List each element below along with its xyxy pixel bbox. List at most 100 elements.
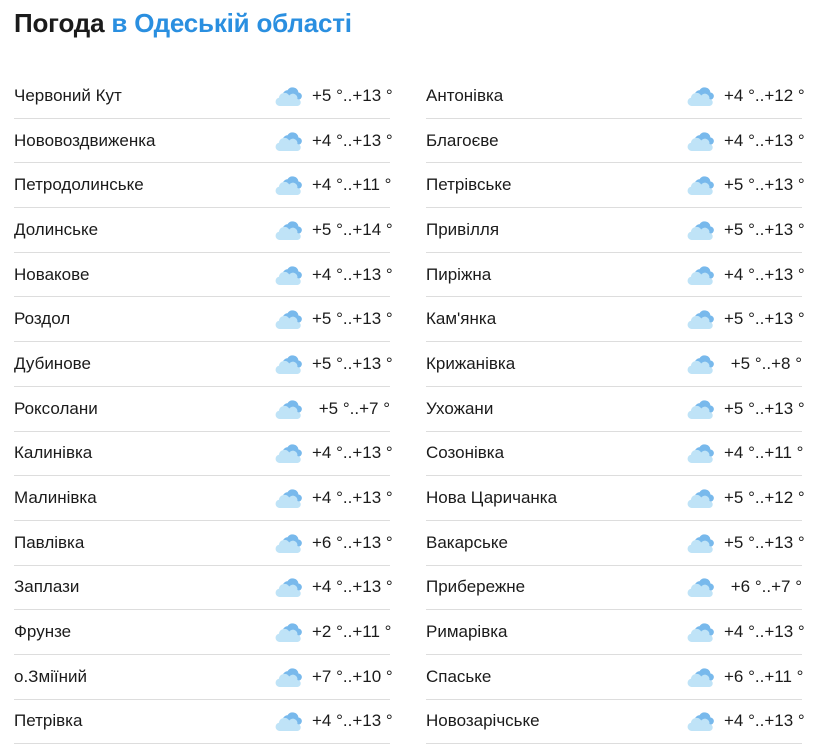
town-row[interactable]: Кам'янка +5 °..+13 ° [426,297,805,343]
town-row[interactable]: Петрівка +4 °..+13 ° [14,700,393,745]
town-row[interactable]: Привілля +5 °..+13 ° [426,208,805,253]
partly-cloudy-icon [686,441,714,465]
temperature-range: +4 °..+13 ° [312,488,393,508]
temperature-range: +4 °..+13 ° [312,443,393,463]
town-row[interactable]: Петрівське +5 °..+13 ° [426,163,805,209]
temperature-range: +5 °..+13 ° [724,398,805,418]
partly-cloudy-icon [274,441,302,465]
town-row[interactable]: Малинівка +4 °..+13 ° [14,476,393,521]
partly-cloudy-icon [274,665,302,689]
temperature-range: +2 °..+11 ° [312,622,392,642]
town-row[interactable]: Петродолинське +4 °..+11 ° [14,163,392,209]
town-name[interactable]: Нововоздвиженка [14,131,274,151]
partly-cloudy-icon [274,531,302,555]
town-name[interactable]: Кам'янка [426,309,686,329]
town-row[interactable]: Дубинове +5 °..+13 ° [14,342,393,387]
town-row[interactable]: Крижанівка +5 °..+8 ° [426,342,802,387]
town-row[interactable]: Благоєве +4 °..+13 ° [426,119,805,164]
town-name[interactable]: Роздол [14,309,274,329]
town-row[interactable]: Прибережне +6 °..+7 ° [426,566,802,611]
title-region-link[interactable]: в Одеській області [111,8,352,38]
town-row[interactable]: Ухожани +5 °..+13 ° [426,387,805,432]
town-row[interactable]: Пиріжна +4 °..+13 ° [426,253,805,298]
town-name[interactable]: Петрівка [14,711,274,731]
left-column: Червоний Кут +5 °..+13 ° Нововоздвиженка +4… [14,74,393,745]
partly-cloudy-icon [274,486,302,510]
partly-cloudy-icon [686,84,714,108]
town-name[interactable]: Вакарське [426,533,686,553]
temperature-range: +6 °..+11 ° [724,666,804,686]
temperature-range: +4 °..+13 ° [724,264,805,284]
town-row[interactable]: Созонівка +4 °..+11 ° [426,432,803,477]
town-name[interactable]: Спаське [426,667,686,687]
town-name[interactable]: Роксолани [14,399,274,419]
town-name[interactable]: Долинське [14,220,274,240]
town-name[interactable]: Крижанівка [426,354,686,374]
partly-cloudy-icon [274,84,302,108]
town-name[interactable]: Новозарічське [426,711,686,731]
temperature-range: +7 °..+10 ° [312,666,393,686]
temperature-range: +4 °..+13 ° [724,711,805,731]
temperature-range: +4 °..+13 ° [312,577,393,597]
town-name[interactable]: Благоєве [426,131,686,151]
town-row[interactable]: Фрунзе +2 °..+11 ° [14,610,392,655]
town-row[interactable]: Калинівка +4 °..+13 ° [14,432,393,477]
town-row[interactable]: Нова Царичанка +5 °..+12 ° [426,476,805,521]
temperature-range: +4 °..+13 ° [724,622,805,642]
town-name[interactable]: Привілля [426,220,686,240]
town-name[interactable]: Петродолинське [14,175,274,195]
town-row[interactable]: Роздол +5 °..+13 ° [14,297,393,343]
town-name[interactable]: о.Зміїний [14,667,274,687]
temperature-range: +5 °..+13 ° [312,309,393,329]
town-name[interactable]: Заплази [14,577,274,597]
town-name[interactable]: Прибережне [426,577,686,597]
town-name[interactable]: Червоний Кут [14,86,274,106]
town-name[interactable]: Фрунзе [14,622,274,642]
partly-cloudy-icon [274,129,302,153]
partly-cloudy-icon [686,575,714,599]
town-row[interactable]: Долинське +5 °..+14 ° [14,208,393,253]
town-name[interactable]: Дубинове [14,354,274,374]
town-name[interactable]: Ухожани [426,399,686,419]
temperature-range: +5 °..+13 ° [724,219,805,239]
town-name[interactable]: Новакове [14,265,274,285]
town-name[interactable]: Антонівка [426,86,686,106]
partly-cloudy-icon [686,352,714,376]
temperature-range: +6 °..+7 ° [730,577,802,597]
town-name[interactable]: Петрівське [426,175,686,195]
temperature-range: +4 °..+11 ° [312,175,392,195]
town-row[interactable]: Червоний Кут +5 °..+13 ° [14,74,393,119]
partly-cloudy-icon [686,531,714,555]
temperature-range: +4 °..+13 ° [312,711,393,731]
town-row[interactable]: Заплази +4 °..+13 ° [14,566,393,611]
town-row[interactable]: о.Зміїний +7 °..+10 ° [14,655,393,700]
town-row[interactable]: Антонівка +4 °..+12 ° [426,74,805,119]
partly-cloudy-icon [686,307,714,331]
town-name[interactable]: Павлівка [14,533,274,553]
partly-cloudy-icon [274,173,302,197]
temperature-range: +5 °..+13 ° [724,532,805,552]
partly-cloudy-icon [686,709,714,733]
town-name[interactable]: Созонівка [426,443,686,463]
town-row[interactable]: Новакове +4 °..+13 ° [14,253,393,298]
town-row[interactable]: Роксолани +5 °..+7 ° [14,387,390,432]
town-name[interactable]: Римарівка [426,622,686,642]
town-row[interactable]: Новозарічське +4 °..+13 ° [426,700,805,745]
partly-cloudy-icon [274,307,302,331]
town-row[interactable]: Павлівка +6 °..+13 ° [14,521,393,566]
town-row[interactable]: Спаське +6 °..+11 ° [426,655,804,700]
partly-cloudy-icon [686,263,714,287]
temperature-range: +5 °..+7 ° [318,398,390,418]
town-name[interactable]: Малинівка [14,488,274,508]
town-name[interactable]: Нова Царичанка [426,488,686,508]
partly-cloudy-icon [274,397,302,421]
town-name[interactable]: Калинівка [14,443,274,463]
right-column: Антонівка +4 °..+12 ° Благоєве +4 °..+13 ° П… [426,74,805,745]
temperature-range: +5 °..+14 ° [312,219,393,239]
town-name[interactable]: Пиріжна [426,265,686,285]
town-row[interactable]: Римарівка +4 °..+13 ° [426,610,805,655]
partly-cloudy-icon [686,218,714,242]
town-row[interactable]: Вакарське +5 °..+13 ° [426,521,805,566]
towns-grid: Червоний Кут +5 °..+13 ° Нововоздвиженка +4… [14,74,805,745]
town-row[interactable]: Нововоздвиженка +4 °..+13 ° [14,119,393,164]
